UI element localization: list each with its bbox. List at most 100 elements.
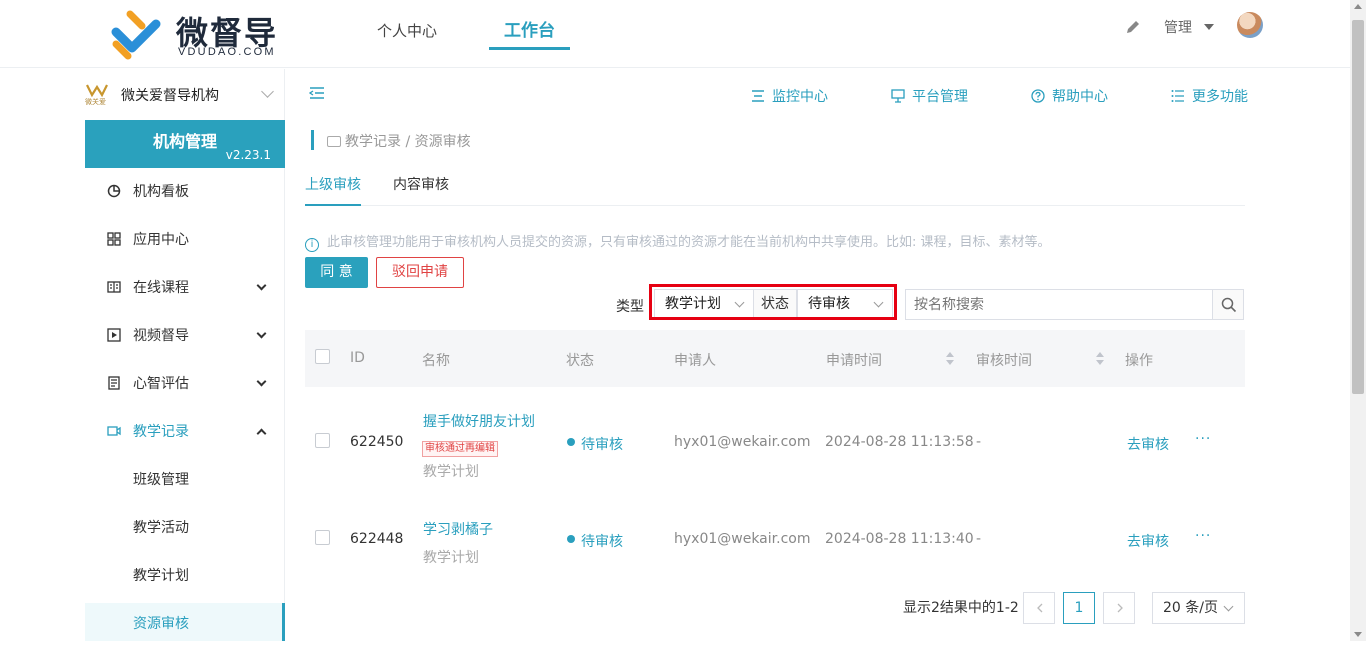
scroll-down-arrow-icon[interactable] — [1354, 632, 1362, 637]
scroll-up-arrow-icon[interactable] — [1354, 4, 1362, 9]
row-review-time: - — [976, 531, 982, 547]
search-icon — [1221, 297, 1237, 313]
column-header-apply-time: 申请时间 — [826, 353, 882, 369]
row-name-link[interactable]: 学习剥橘子 — [423, 519, 493, 539]
desktop-icon — [891, 89, 905, 103]
approve-button[interactable]: 同 意 — [305, 257, 368, 288]
breadcrumb-marker — [311, 130, 314, 150]
row-id: 622450 — [350, 434, 404, 450]
chevron-right-icon — [1117, 603, 1123, 613]
edit-icon[interactable] — [1124, 18, 1142, 36]
highlight-box — [649, 284, 897, 320]
chevron-down-icon — [1223, 601, 1234, 612]
quick-link-label: 帮助中心 — [1052, 89, 1108, 105]
collapse-sidebar-icon[interactable] — [309, 86, 325, 100]
sidebar-item-online-course[interactable]: 在线课程 — [85, 264, 285, 312]
sort-icon[interactable] — [1096, 352, 1104, 366]
more-icon[interactable]: ··· — [1195, 528, 1211, 544]
quick-link-more[interactable]: 更多功能 — [1171, 86, 1248, 106]
video-icon — [107, 426, 121, 436]
page-size-value: 20 条/页 — [1163, 600, 1218, 616]
chevron-down-icon[interactable] — [256, 376, 267, 387]
version-label: v2.23.1 — [225, 148, 271, 162]
panel-title: 机构管理 v2.23.1 — [85, 120, 285, 168]
sidebar-item-dashboard[interactable]: 机构看板 — [85, 168, 285, 216]
tab-content-review[interactable]: 内容审核 — [393, 174, 449, 206]
sidebar-item-app-center[interactable]: 应用中心 — [85, 216, 285, 264]
review-button[interactable]: 去审核 — [1127, 434, 1169, 454]
row-tag-badge: 审核通过再编辑 — [422, 441, 498, 457]
search-input[interactable] — [905, 289, 1213, 320]
info-notice: i 此审核管理功能用于审核机构人员提交的资源，只有审核通过的资源才能在当前机构中共… — [305, 231, 1051, 252]
status-dot — [567, 438, 575, 446]
page-button[interactable]: 1 — [1063, 592, 1095, 624]
play-icon — [107, 328, 121, 342]
quick-link-help[interactable]: 帮助中心 — [1031, 86, 1108, 106]
sidebar-subitem-teaching-plan[interactable]: 教学计划 — [85, 552, 285, 600]
sidebar-item-video-supervision[interactable]: 视频督导 — [85, 312, 285, 360]
table-header: ID 名称 状态 申请人 申请时间 审核时间 操作 — [305, 330, 1245, 387]
review-button[interactable]: 去审核 — [1127, 531, 1169, 551]
quick-link-monitor[interactable]: 监控中心 — [751, 86, 828, 106]
chevron-down-icon[interactable] — [256, 328, 267, 339]
help-icon — [1031, 89, 1045, 103]
quick-link-label: 平台管理 — [912, 89, 968, 105]
row-apply-time: 2024-08-28 11:13:40 — [825, 531, 974, 547]
more-icon[interactable]: ··· — [1195, 431, 1211, 447]
info-icon: i — [305, 238, 319, 252]
column-header-name: 名称 — [422, 353, 450, 369]
nav-personal-center[interactable]: 个人中心 — [377, 0, 437, 68]
row-status: 待审核 — [581, 437, 623, 453]
caret-down-icon[interactable] — [1204, 24, 1214, 30]
avatar[interactable] — [1237, 12, 1263, 38]
pie-chart-icon — [107, 184, 121, 198]
user-menu[interactable]: 管理 — [1164, 17, 1192, 37]
video-icon — [327, 136, 341, 147]
sidebar-subitem-resource-review[interactable]: 资源审核 — [85, 603, 285, 641]
column-header-actions: 操作 — [1125, 353, 1153, 369]
page-scrollbar[interactable] — [1350, 0, 1366, 641]
search-button[interactable] — [1212, 289, 1244, 320]
column-header-status: 状态 — [566, 353, 594, 369]
chevron-left-icon — [1037, 603, 1043, 613]
chevron-down-icon[interactable] — [256, 280, 267, 291]
sidebar-item-label: 机构看板 — [133, 184, 189, 200]
row-name-link[interactable]: 握手做好朋友计划 — [423, 411, 535, 431]
logo-subtitle: VDUDAO.COM — [178, 46, 276, 58]
quick-link-label: 更多功能 — [1192, 89, 1248, 105]
sidebar-item-label: 教学记录 — [133, 424, 189, 440]
logo[interactable]: 微督导 VDUDAO.COM — [110, 8, 290, 64]
row-checkbox[interactable] — [315, 530, 330, 545]
quick-link-platform[interactable]: 平台管理 — [891, 86, 968, 106]
top-bar: 微督导 VDUDAO.COM 个人中心 工作台 管理 — [0, 0, 1350, 68]
next-page-button[interactable] — [1103, 592, 1135, 624]
row-review-time: - — [976, 434, 982, 450]
quick-link-label: 监控中心 — [772, 89, 828, 105]
row-applicant: hyx01@wekair.com — [674, 434, 811, 450]
sort-icon[interactable] — [946, 352, 954, 366]
org-switcher[interactable]: 微关爱 微关爱督导机构 — [85, 81, 280, 107]
row-checkbox[interactable] — [315, 433, 330, 448]
tab-superior-review[interactable]: 上级审核 — [305, 174, 361, 206]
nav-workbench[interactable]: 工作台 — [489, 0, 570, 68]
select-all-checkbox[interactable] — [315, 349, 330, 364]
sidebar-subitem-class-management[interactable]: 班级管理 — [85, 456, 285, 504]
scrollbar-thumb[interactable] — [1352, 20, 1364, 394]
sidebar-item-assessment[interactable]: 心智评估 — [85, 360, 285, 408]
row-type: 教学计划 — [423, 464, 479, 480]
book-icon — [107, 281, 121, 293]
chevron-down-icon[interactable] — [261, 85, 274, 98]
page-size-select[interactable]: 20 条/页 — [1152, 592, 1245, 624]
type-filter-label: 类型 — [616, 299, 644, 315]
row-id: 622448 — [350, 531, 404, 547]
column-header-applicant: 申请人 — [674, 353, 716, 369]
chevron-up-icon[interactable] — [256, 428, 267, 439]
logo-mark-icon — [111, 10, 161, 60]
list-icon — [1171, 90, 1184, 102]
sidebar-subitem-teaching-activity[interactable]: 教学活动 — [85, 504, 285, 552]
prev-page-button[interactable] — [1023, 592, 1055, 624]
org-logo-text: 微关爱 — [85, 98, 106, 106]
reject-button[interactable]: 驳回申请 — [376, 257, 464, 288]
sidebar-item-teaching-records[interactable]: 教学记录 — [85, 408, 285, 456]
notice-text: 此审核管理功能用于审核机构人员提交的资源，只有审核通过的资源才能在当前机构中共享… — [327, 235, 1051, 250]
